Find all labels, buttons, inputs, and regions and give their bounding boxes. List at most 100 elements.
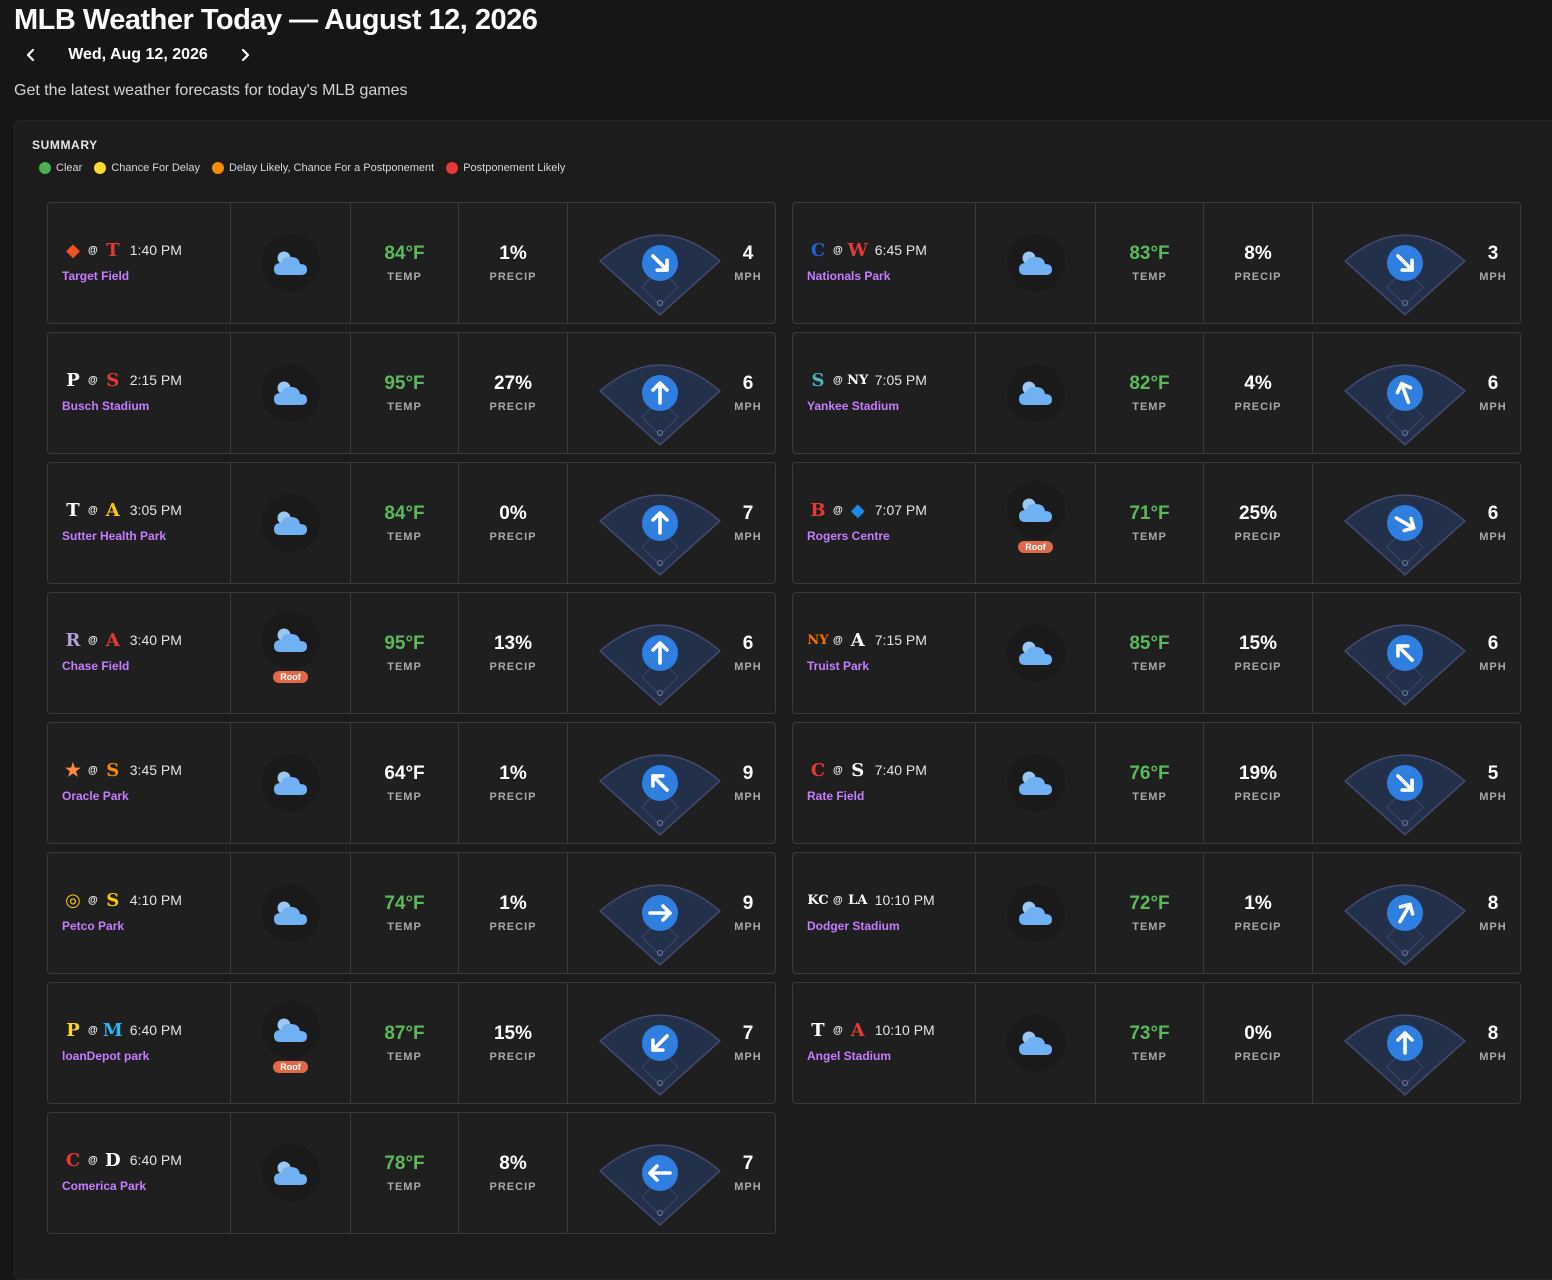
home-team-logo-icon: T [106,239,120,261]
ballpark-wind-diagram [599,624,721,706]
matchup: ★ @ S 3:45 PM [62,759,230,781]
game-weather-card[interactable]: S @ NY 7:05 PM Yankee Stadium 82°F TEMP 4% PRECI… [792,332,1521,454]
weather-icon-cell [231,463,351,583]
venue-link[interactable]: Target Field [62,269,230,283]
venue-link[interactable]: Busch Stadium [62,399,230,413]
wind-speed-unit: MPH [1479,661,1507,673]
game-weather-card[interactable]: KC @ LA 10:10 PM Dodger Stadium 72°F TEMP 1% PRE… [792,852,1521,974]
next-day-button[interactable] [228,44,262,66]
weather-icon-wrapper [1006,884,1065,942]
game-weather-card[interactable]: C @ S 7:40 PM Rate Field 76°F TEMP 19% PRECIP 5 MP… [792,722,1521,844]
matchup: T @ A 10:10 PM [807,1019,975,1041]
wind-cell: 8 MPH [1313,853,1520,973]
precipitation-value: 1% [499,763,527,784]
game-time: 4:10 PM [129,892,182,908]
cloud-icon [1018,1031,1052,1055]
game-time: 7:15 PM [874,632,927,648]
venue-link[interactable]: Angel Stadium [807,1049,975,1063]
temperature-label: TEMP [1132,791,1167,803]
precipitation-value: 1% [499,243,527,264]
wind-direction-arrow-icon [642,505,678,541]
wind-speed-value: 7 [742,1153,754,1174]
wind-speed-value: 9 [742,763,754,784]
cloud-icon [1018,641,1052,665]
game-weather-card[interactable]: B @ ◆ 7:07 PM Rogers Centre Roof 71°F TEMP 25% PR… [792,462,1521,584]
wind-speed-unit: MPH [1479,791,1507,803]
temperature-cell: 76°F TEMP [1096,723,1204,843]
precipitation-label: PRECIP [489,921,537,933]
home-team-logo-icon: M [102,1019,123,1041]
wind-direction-arrow-icon [1387,245,1423,281]
wind-cell: 5 MPH [1313,723,1520,843]
venue-link[interactable]: Rate Field [807,789,975,803]
game-time: 10:10 PM [874,1022,935,1038]
matchup: ◎ @ S 4:10 PM [62,889,230,911]
weather-icon-wrapper [261,234,320,292]
game-time: 6:40 PM [129,1152,182,1168]
game-weather-card[interactable]: ◎ @ S 4:10 PM Petco Park 74°F TEMP 1% PRECIP 9 MPH [47,852,776,974]
game-weather-card[interactable]: NY @ A 7:15 PM Truist Park 85°F TEMP 15% PRECIP 6… [792,592,1521,714]
weather-icon-wrapper [261,1001,320,1059]
prev-day-button[interactable] [14,44,48,66]
weather-icon-wrapper [1006,364,1065,422]
wind-speed-value: 6 [742,633,754,654]
wind-cell: 6 MPH [1313,333,1520,453]
game-info-cell: P @ M 6:40 PM loanDepot park [48,983,231,1103]
temperature-label: TEMP [387,401,422,413]
temperature-cell: 64°F TEMP [351,723,459,843]
game-weather-card[interactable]: R @ A 3:40 PM Chase Field Roof 95°F TEMP 13% PREC… [47,592,776,714]
precipitation-label: PRECIP [1234,401,1282,413]
game-weather-card[interactable]: T @ A 10:10 PM Angel Stadium 73°F TEMP 0% PRECIP… [792,982,1521,1104]
precipitation-label: PRECIP [1234,791,1282,803]
wind-cell: 7 MPH [568,983,775,1103]
home-team-logo-icon: S [851,759,865,781]
precipitation-value: 13% [493,633,533,654]
matchup: KC @ LA 10:10 PM [807,889,975,911]
game-weather-card[interactable]: T @ A 3:05 PM Sutter Health Park 84°F TEMP 0% PR… [47,462,776,584]
legend-label: Chance For Delay [111,162,200,174]
precipitation-cell: 25% PRECIP [1204,463,1313,583]
wind-speed-value: 8 [1487,1023,1499,1044]
precipitation-cell: 27% PRECIP [459,333,568,453]
venue-link[interactable]: Yankee Stadium [807,399,975,413]
venue-link[interactable]: Petco Park [62,919,230,933]
venue-link[interactable]: Comerica Park [62,1179,230,1193]
venue-link[interactable]: Nationals Park [807,269,975,283]
game-weather-card[interactable]: C @ D 6:40 PM Comerica Park 78°F TEMP 8% PRECIP 7… [47,1112,776,1234]
game-weather-card[interactable]: ◆ @ T 1:40 PM Target Field 84°F TEMP 1% PRECIP 4 M… [47,202,776,324]
home-team-logo-icon: S [106,369,120,391]
wind-speed-value: 9 [742,893,754,914]
temperature-value: 84°F [384,243,425,264]
away-team-logo-icon: B [810,499,826,521]
game-info-cell: S @ NY 7:05 PM Yankee Stadium [793,333,976,453]
weather-icon-wrapper [1006,481,1065,539]
temperature-cell: 82°F TEMP [1096,333,1204,453]
game-weather-card[interactable]: C @ W 6:45 PM Nationals Park 83°F TEMP 8% PRECIP… [792,202,1521,324]
home-team-logo-icon: S [106,889,120,911]
precipitation-cell: 4% PRECIP [1204,333,1313,453]
wind-speed-value: 6 [1487,373,1499,394]
venue-link[interactable]: Chase Field [62,659,230,673]
game-weather-card[interactable]: ★ @ S 3:45 PM Oracle Park 64°F TEMP 1% PRECIP 9 MP… [47,722,776,844]
game-weather-card[interactable]: P @ S 2:15 PM Busch Stadium 95°F TEMP 27% PRECIP… [47,332,776,454]
games-grid: ◆ @ T 1:40 PM Target Field 84°F TEMP 1% PRECIP 4 M… [47,202,1521,1234]
away-team-logo-icon: T [811,1019,825,1041]
venue-link[interactable]: Truist Park [807,659,975,673]
venue-link[interactable]: Rogers Centre [807,529,975,543]
venue-link[interactable]: Sutter Health Park [62,529,230,543]
wind-direction-arrow-icon [642,1025,678,1061]
game-time: 7:07 PM [874,502,927,518]
home-team-logo-icon: A [105,499,120,521]
venue-link[interactable]: Dodger Stadium [807,919,975,933]
precipitation-label: PRECIP [489,531,537,543]
home-team-logo-icon: D [104,1149,121,1171]
precipitation-label: PRECIP [1234,531,1282,543]
wind-speed-unit: MPH [734,401,762,413]
venue-link[interactable]: loanDepot park [62,1049,230,1063]
weather-icon-cell: Roof [231,593,351,713]
summary-heading: SUMMARY [32,138,98,152]
ballpark-wind-diagram [1344,364,1466,446]
game-weather-card[interactable]: P @ M 6:40 PM loanDepot park Roof 87°F TEMP 15% P… [47,982,776,1104]
precipitation-label: PRECIP [489,1051,537,1063]
venue-link[interactable]: Oracle Park [62,789,230,803]
